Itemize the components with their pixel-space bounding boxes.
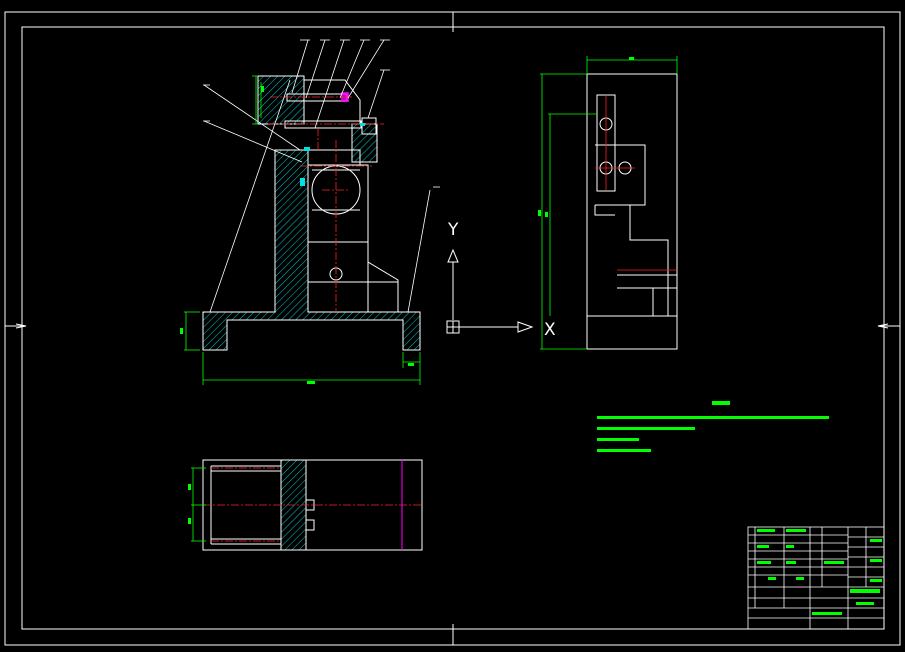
top-dim-text <box>188 484 191 490</box>
side-dim-text-3 <box>545 212 548 217</box>
front-leaders <box>203 39 440 313</box>
side-view <box>538 56 678 350</box>
ucs-icon <box>446 248 534 334</box>
side-dim-text-2 <box>538 210 541 216</box>
title-block <box>747 526 885 630</box>
ucs-y-label: Y <box>447 220 459 240</box>
technical-notes <box>597 401 829 452</box>
ucs-x-label: X <box>544 320 556 340</box>
cad-drawing-sheet: Y X <box>4 11 901 646</box>
side-dim-text <box>629 57 634 60</box>
top-view <box>188 459 423 551</box>
top-dim-text-2 <box>188 518 191 524</box>
front-section-hatch <box>202 75 421 351</box>
front-view <box>180 39 440 385</box>
